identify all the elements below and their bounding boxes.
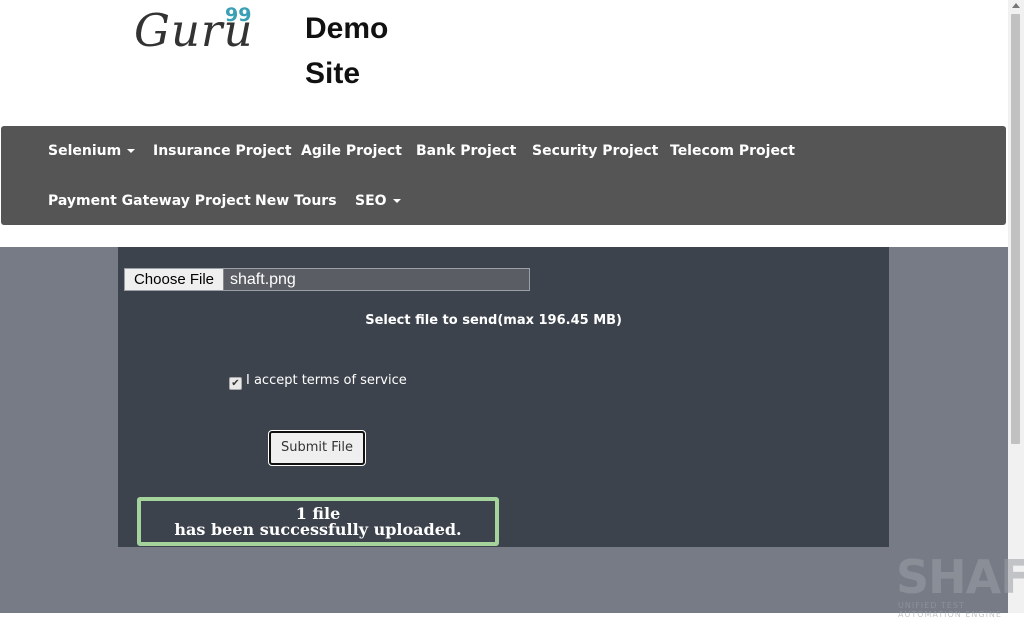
caret-down-icon <box>127 149 136 153</box>
nav-item-label: Selenium <box>48 143 122 159</box>
guru99-logo[interactable]: Guru 99 <box>134 4 253 57</box>
choose-file-button[interactable]: Choose File <box>125 269 224 290</box>
submit-file-button[interactable]: Submit File <box>269 431 365 465</box>
nav-item-agile-project[interactable]: Agile Project <box>301 143 402 159</box>
nav-item-label: SEO <box>355 193 387 209</box>
caret-down-icon <box>392 199 401 203</box>
nav-item-insurance-project[interactable]: Insurance Project <box>153 143 292 159</box>
terms-checkbox[interactable]: ✔ <box>229 377 242 390</box>
checkmark-icon: ✔ <box>231 378 240 389</box>
site-title: Demo Site <box>305 6 388 96</box>
upload-panel: Choose File shaft.png Select file to sen… <box>118 247 889 547</box>
success-line2: has been successfully uploaded. <box>174 520 462 539</box>
shaft-watermark-logo: SHAFT <box>896 550 1024 604</box>
shaft-watermark-subtext: UNIFIED TEST AUTOMATION ENGINE <box>898 601 1002 619</box>
scrollbar-thumb[interactable] <box>1011 14 1020 444</box>
vertical-scrollbar[interactable] <box>1008 0 1024 613</box>
nav-item-bank-project[interactable]: Bank Project <box>416 143 516 159</box>
nav-item-seo[interactable]: SEO <box>355 193 401 209</box>
scroll-up-arrow-icon[interactable] <box>1012 3 1020 8</box>
terms-label: I accept terms of service <box>246 373 407 388</box>
upload-success-message: 1 file has been successfully uploaded. <box>137 497 499 546</box>
file-input[interactable]: Choose File shaft.png <box>124 268 530 291</box>
site-header: Guru 99 Demo Site <box>0 0 1008 126</box>
nav-item-selenium[interactable]: Selenium <box>48 143 136 159</box>
main-navbar: Selenium Insurance Project Agile Project… <box>1 126 1006 225</box>
nav-item-payment-gateway-project[interactable]: Payment Gateway Project <box>48 193 251 209</box>
site-title-line1: Demo <box>305 12 389 45</box>
nav-item-security-project[interactable]: Security Project <box>532 143 658 159</box>
site-title-line2: Site <box>305 57 361 90</box>
select-file-label: Select file to send(max 196.45 MB) <box>365 313 622 328</box>
logo-superscript: 99 <box>225 4 252 26</box>
selected-file-name: shaft.png <box>230 271 296 288</box>
nav-item-telecom-project[interactable]: Telecom Project <box>670 143 795 159</box>
nav-item-new-tours[interactable]: New Tours <box>255 193 337 209</box>
